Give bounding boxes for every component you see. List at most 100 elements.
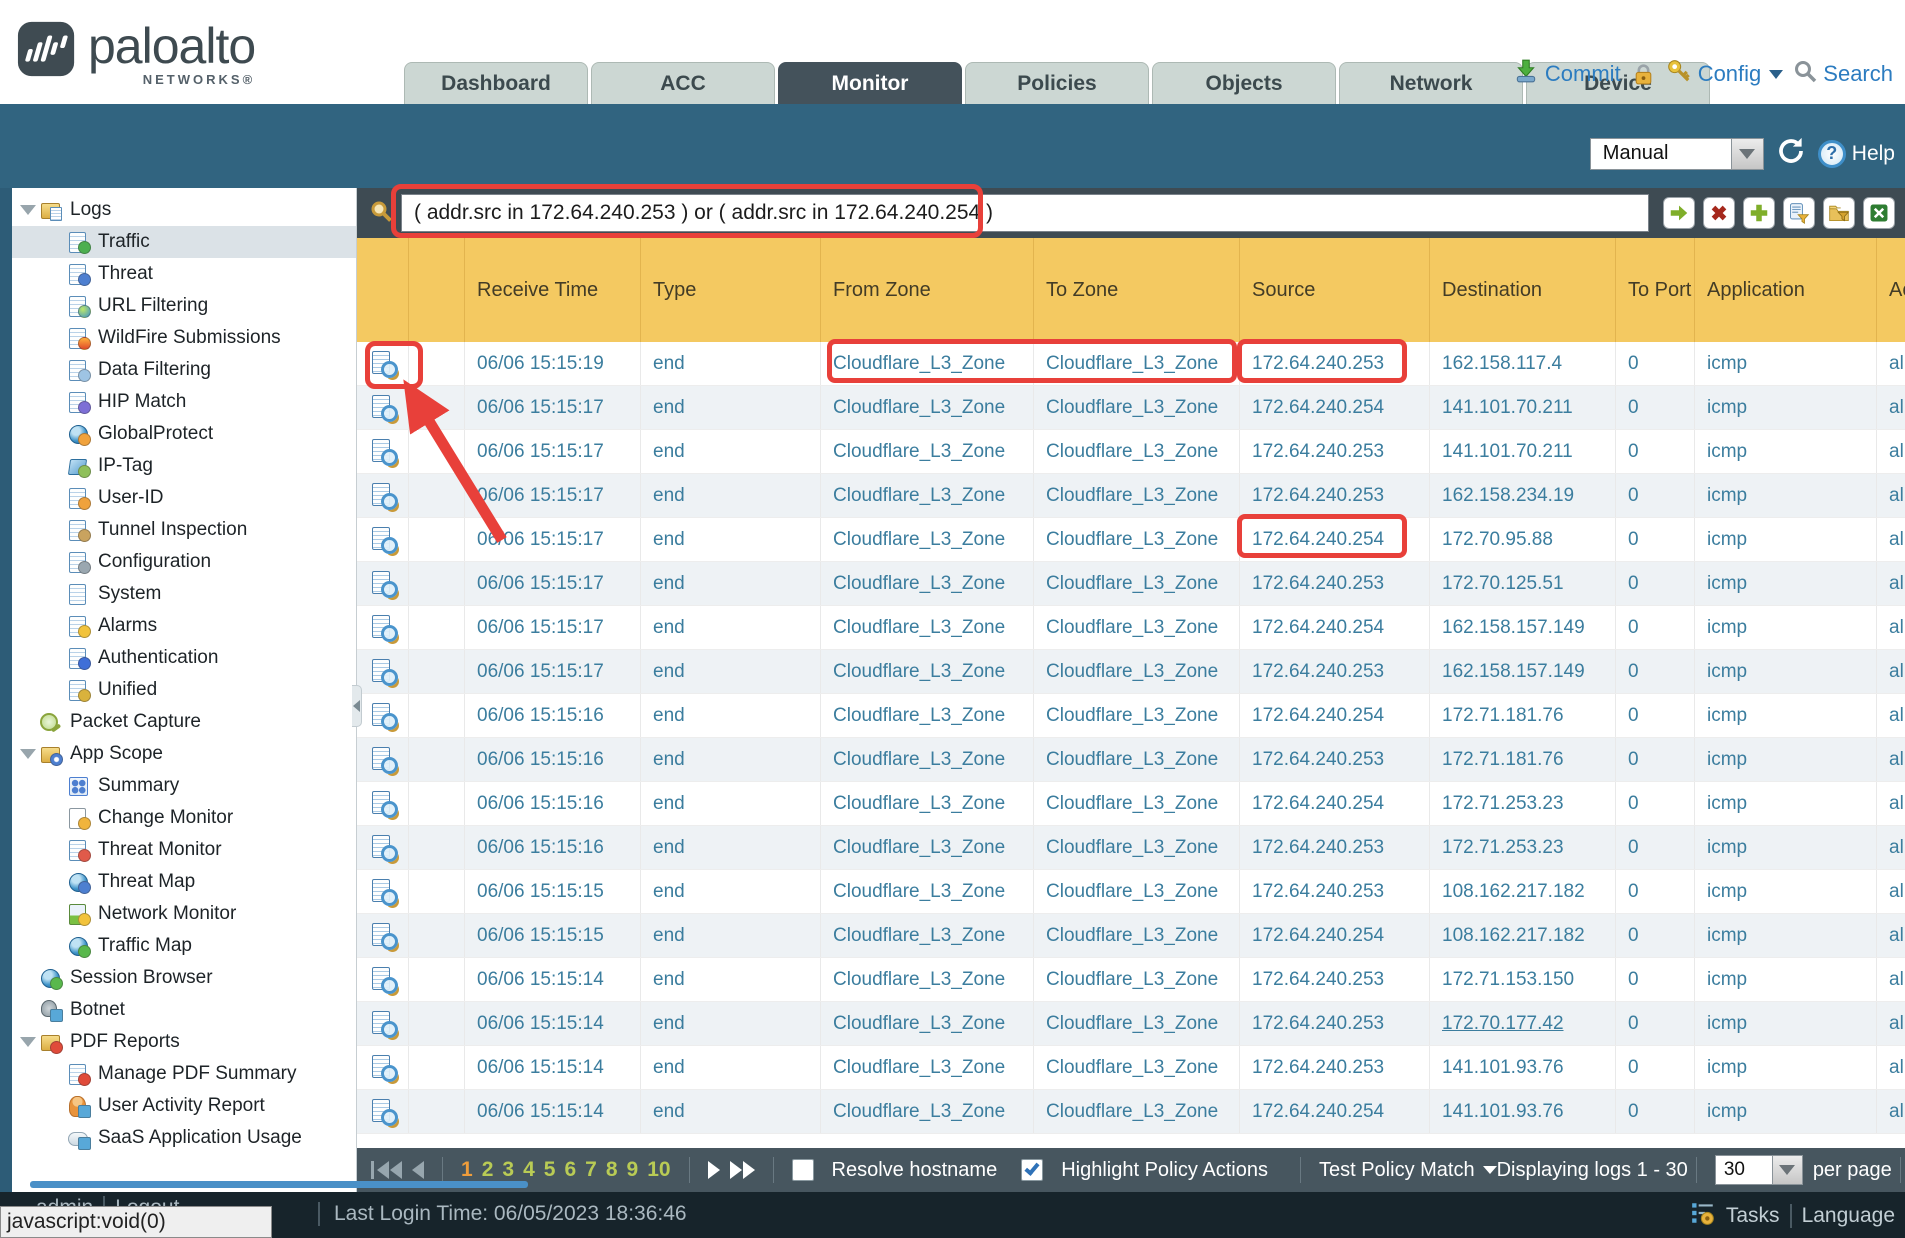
load-filter-button[interactable]	[1823, 197, 1855, 229]
sidebar-item-session-browser[interactable]: Session Browser	[12, 962, 356, 994]
refresh-interval-dropdown-button[interactable]	[1732, 138, 1764, 170]
cell-type[interactable]: end	[641, 782, 821, 825]
cell-to_zone[interactable]: Cloudflare_L3_Zone	[1034, 430, 1240, 473]
resolve-hostname-checkbox[interactable]	[792, 1159, 814, 1181]
clear-filter-button[interactable]	[1703, 197, 1735, 229]
page-number-10[interactable]: 10	[647, 1158, 670, 1182]
cell-from_zone[interactable]: Cloudflare_L3_Zone	[821, 914, 1034, 957]
sidebar-item-pdf-reports[interactable]: PDF Reports	[12, 1026, 356, 1058]
expander-icon[interactable]	[20, 749, 36, 759]
help-button[interactable]: ? Help	[1818, 140, 1895, 168]
cell-to_zone[interactable]: Cloudflare_L3_Zone	[1034, 518, 1240, 561]
cell-source[interactable]: 172.64.240.253	[1240, 1002, 1430, 1045]
cell-application[interactable]: icmp	[1695, 474, 1877, 517]
cell-source[interactable]: 172.64.240.253	[1240, 342, 1430, 385]
cell-destination[interactable]: 108.162.217.182	[1430, 870, 1616, 913]
cell-to_port[interactable]: 0	[1616, 826, 1695, 869]
prev-page-button[interactable]	[412, 1161, 424, 1179]
cell-destination[interactable]: 172.71.181.76	[1430, 738, 1616, 781]
log-detail-icon[interactable]	[371, 703, 395, 729]
cell-type[interactable]: end	[641, 826, 821, 869]
tab-acc[interactable]: ACC	[591, 62, 775, 104]
cell-destination[interactable]: 172.71.181.76	[1430, 694, 1616, 737]
sidebar-item-wildfire-submissions[interactable]: WildFire Submissions	[12, 322, 356, 354]
cell-receive_time[interactable]: 06/06 15:15:16	[465, 826, 641, 869]
column-header-destination[interactable]: Destination	[1430, 238, 1616, 342]
cell-destination[interactable]: 162.158.157.149	[1430, 650, 1616, 693]
cell-type[interactable]: end	[641, 1002, 821, 1045]
cell-to_zone[interactable]: Cloudflare_L3_Zone	[1034, 342, 1240, 385]
cell-receive_time[interactable]: 06/06 15:15:17	[465, 474, 641, 517]
cell-action[interactable]: allow	[1877, 694, 1905, 737]
sidebar-item-threat-map[interactable]: Threat Map	[12, 866, 356, 898]
cell-type[interactable]: end	[641, 474, 821, 517]
cell-to_port[interactable]: 0	[1616, 1090, 1695, 1133]
column-header-action[interactable]: Action	[1877, 238, 1905, 342]
page-number-2[interactable]: 2	[482, 1158, 494, 1182]
cell-destination[interactable]: 172.71.253.23	[1430, 782, 1616, 825]
cell-from_zone[interactable]: Cloudflare_L3_Zone	[821, 562, 1034, 605]
cell-action[interactable]: allow	[1877, 826, 1905, 869]
cell-to_port[interactable]: 0	[1616, 562, 1695, 605]
log-detail-icon[interactable]	[371, 747, 395, 773]
page-number-4[interactable]: 4	[523, 1158, 535, 1182]
cell-to_zone[interactable]: Cloudflare_L3_Zone	[1034, 386, 1240, 429]
sidebar-item-alarms[interactable]: Alarms	[12, 610, 356, 642]
cell-to_port[interactable]: 0	[1616, 386, 1695, 429]
sidebar-item-user-id[interactable]: User-ID	[12, 482, 356, 514]
cell-to_zone[interactable]: Cloudflare_L3_Zone	[1034, 694, 1240, 737]
page-number-8[interactable]: 8	[606, 1158, 618, 1182]
cell-source[interactable]: 172.64.240.254	[1240, 386, 1430, 429]
cell-application[interactable]: icmp	[1695, 430, 1877, 473]
cell-action[interactable]: allow	[1877, 562, 1905, 605]
log-detail-icon[interactable]	[371, 923, 395, 949]
cell-destination[interactable]: 141.101.93.76	[1430, 1046, 1616, 1089]
log-detail-icon[interactable]	[371, 615, 395, 641]
cell-destination[interactable]: 172.71.153.150	[1430, 958, 1616, 1001]
cell-to_port[interactable]: 0	[1616, 474, 1695, 517]
cell-action[interactable]: allow	[1877, 430, 1905, 473]
cell-action[interactable]: allow	[1877, 342, 1905, 385]
cell-source[interactable]: 172.64.240.254	[1240, 606, 1430, 649]
cell-to_port[interactable]: 0	[1616, 738, 1695, 781]
cell-destination[interactable]: 162.158.157.149	[1430, 606, 1616, 649]
log-detail-icon[interactable]	[371, 879, 395, 905]
cell-source[interactable]: 172.64.240.253	[1240, 430, 1430, 473]
page-number-9[interactable]: 9	[627, 1158, 639, 1182]
sidebar-item-data-filtering[interactable]: Data Filtering	[12, 354, 356, 386]
cell-type[interactable]: end	[641, 1046, 821, 1089]
log-detail-icon[interactable]	[371, 439, 395, 465]
apply-filter-button[interactable]	[1663, 197, 1695, 229]
refresh-button[interactable]	[1776, 136, 1806, 171]
sidebar-item-change-monitor[interactable]: Change Monitor	[12, 802, 356, 834]
cell-to_port[interactable]: 0	[1616, 606, 1695, 649]
cell-to_port[interactable]: 0	[1616, 958, 1695, 1001]
cell-action[interactable]: allow	[1877, 518, 1905, 561]
sidebar-item-saas-application-usage[interactable]: SaaS Application Usage	[12, 1122, 356, 1154]
cell-to_zone[interactable]: Cloudflare_L3_Zone	[1034, 826, 1240, 869]
cell-destination[interactable]: 141.101.70.211	[1430, 386, 1616, 429]
cell-source[interactable]: 172.64.240.253	[1240, 1046, 1430, 1089]
cell-source[interactable]: 172.64.240.253	[1240, 738, 1430, 781]
cell-action[interactable]: allow	[1877, 958, 1905, 1001]
sidebar-item-threat[interactable]: Threat	[12, 258, 356, 290]
cell-receive_time[interactable]: 06/06 15:15:14	[465, 1090, 641, 1133]
cell-receive_time[interactable]: 06/06 15:15:17	[465, 606, 641, 649]
page-number-7[interactable]: 7	[585, 1158, 597, 1182]
cell-type[interactable]: end	[641, 518, 821, 561]
cell-from_zone[interactable]: Cloudflare_L3_Zone	[821, 1046, 1034, 1089]
cell-to_zone[interactable]: Cloudflare_L3_Zone	[1034, 650, 1240, 693]
cell-application[interactable]: icmp	[1695, 826, 1877, 869]
test-policy-match-button[interactable]: Test Policy Match	[1319, 1159, 1497, 1182]
cell-source[interactable]: 172.64.240.253	[1240, 870, 1430, 913]
sidebar-item-network-monitor[interactable]: Network Monitor	[12, 898, 356, 930]
refresh-interval-select[interactable]: Manual	[1590, 138, 1764, 170]
log-detail-icon[interactable]	[371, 1055, 395, 1081]
cell-type[interactable]: end	[641, 606, 821, 649]
log-detail-icon[interactable]	[371, 659, 395, 685]
commit-button[interactable]: Commit	[1513, 58, 1621, 90]
cell-source[interactable]: 172.64.240.254	[1240, 782, 1430, 825]
cell-to_zone[interactable]: Cloudflare_L3_Zone	[1034, 1090, 1240, 1133]
cell-action[interactable]: allow	[1877, 650, 1905, 693]
sidebar-item-traffic[interactable]: Traffic	[12, 226, 356, 258]
